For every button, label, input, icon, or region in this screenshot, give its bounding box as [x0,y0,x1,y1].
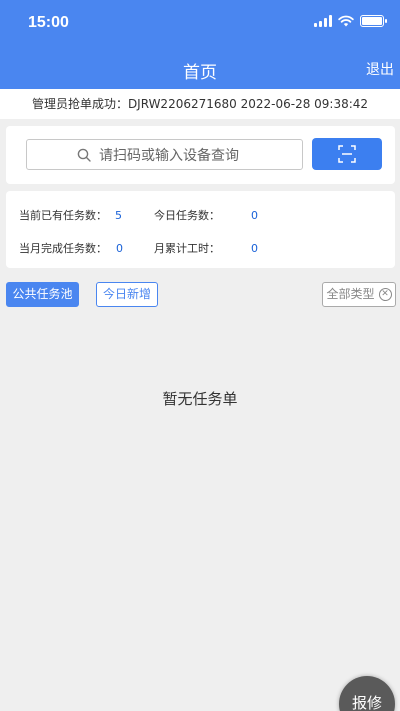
close-circle-icon[interactable]: ✕ [378,288,392,301]
scan-icon [338,145,356,163]
stat-label: 当月完成任务数： [19,242,107,255]
signal-icon [314,15,332,27]
stat-value: 0 [251,208,258,222]
page-title: 首页 [183,63,217,83]
wifi-icon [338,15,354,27]
stat-label: 今日任务数： [154,209,220,222]
stat-value: 0 [116,241,123,255]
public-pool-button[interactable]: 公共任务池 [6,282,79,307]
search-placeholder: 请扫码或输入设备查询 [99,147,239,164]
all-types-label: 全部类型 [326,287,375,301]
scan-button[interactable] [312,138,382,170]
stat-today-tasks: 今日任务数： 0 [154,207,258,223]
header: 15:00 首页 退出 [0,0,400,89]
stats-card: 当前已有任务数： 5 今日任务数： 0 当月完成任务数： 0 月累计工时： 0 [6,191,395,268]
notice-banner: 管理员抢单成功：DJRW2206271680 2022-06-28 09:38:… [0,89,400,119]
stat-value: 5 [115,208,122,222]
search-input[interactable]: 请扫码或输入设备查询 [26,139,303,170]
stat-month-completed: 当月完成任务数： 0 [19,240,123,256]
all-types-button[interactable]: 全部类型 ✕ [322,282,396,307]
stat-current-tasks: 当前已有任务数： 5 [19,207,122,223]
status-time: 15:00 [28,14,69,31]
battery-icon [360,15,387,27]
stat-label: 当前已有任务数： [19,209,107,222]
stat-value: 0 [251,241,258,255]
status-icons [314,15,387,27]
empty-state: 暂无任务单 [162,390,238,408]
search-icon [77,148,91,162]
today-new-button[interactable]: 今日新增 [96,282,158,307]
repair-button[interactable]: 报修 [339,676,395,711]
search-card: 请扫码或输入设备查询 [6,126,395,184]
stat-month-hours: 月累计工时： 0 [154,240,258,256]
stat-label: 月累计工时： [154,242,220,255]
logout-button[interactable]: 退出 [366,59,394,79]
